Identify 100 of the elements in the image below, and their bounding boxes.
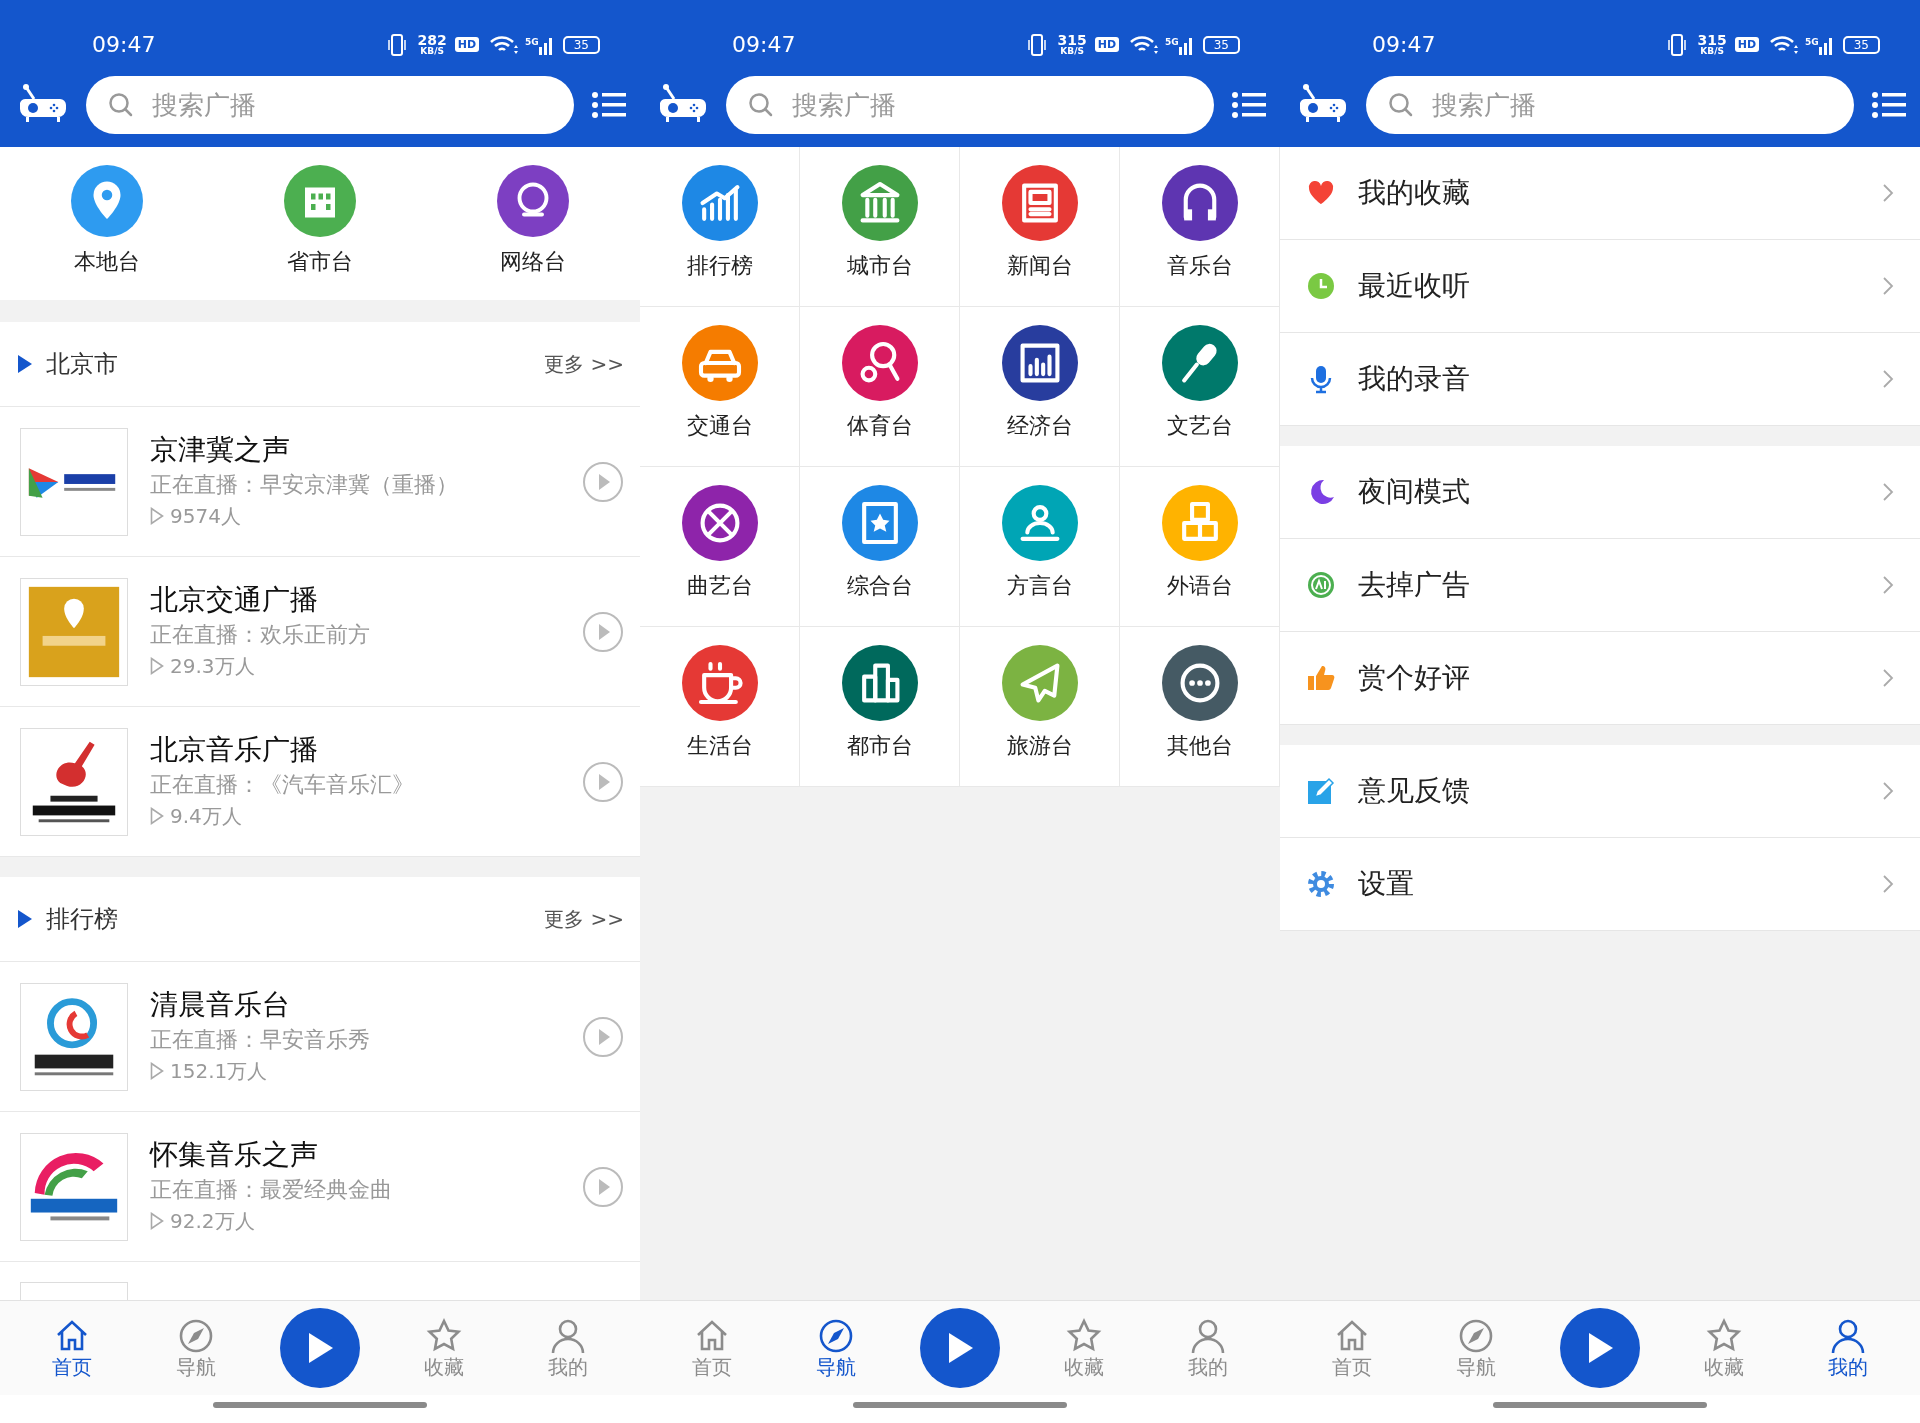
play-outline-icon <box>150 807 164 826</box>
speed-unit: KB/S <box>420 47 444 56</box>
battery-level: 35 <box>562 35 600 54</box>
status-time: 09:47 <box>732 31 796 59</box>
menu-label[interactable]: 设置 <box>1358 863 1882 905</box>
category-label[interactable]: 音乐台 <box>1166 249 1233 282</box>
more-link[interactable]: 更多 >> <box>544 349 624 379</box>
search-icon <box>108 92 134 118</box>
now-playing: 正在直播：最爱经典金曲 <box>150 1176 393 1205</box>
network-speed: 315 <box>1697 33 1727 47</box>
status-time: 09:47 <box>1372 31 1436 59</box>
category-label[interactable]: 生活台 <box>686 729 753 762</box>
now-playing: 正在直播：《汽车音乐汇》 <box>150 771 415 800</box>
section-title: 排行榜 <box>46 904 119 935</box>
play-outline-icon <box>150 1212 164 1231</box>
nav-tab[interactable]: 导航 <box>796 1317 876 1379</box>
network-speed: 282 <box>417 33 447 47</box>
category-label[interactable]: 交通台 <box>686 409 753 442</box>
chevron-icon <box>1882 276 1894 296</box>
menu-label[interactable]: 夜间模式 <box>1358 471 1882 513</box>
network-type: 5G <box>1165 36 1179 49</box>
category-label[interactable]: 城市台 <box>846 249 913 282</box>
search-field[interactable]: 搜索广播 <box>726 76 1214 134</box>
menu-icon[interactable] <box>592 91 626 119</box>
vibrate-icon <box>1027 31 1048 58</box>
battery-level: 35 <box>1202 35 1240 54</box>
category-label[interactable]: 文艺台 <box>1166 409 1233 442</box>
category-label[interactable]: 本地台 <box>73 245 140 278</box>
chevron-icon <box>1882 781 1894 801</box>
category-label[interactable]: 省市台 <box>287 245 353 278</box>
category-label[interactable]: 综合台 <box>846 569 913 602</box>
category-label[interactable]: 体育台 <box>846 409 913 442</box>
menu-label[interactable]: 去掉广告 <box>1358 564 1882 606</box>
station-name: 北京音乐广播 <box>150 731 319 768</box>
triangle-icon <box>18 355 32 373</box>
category-label[interactable]: 方言台 <box>1006 569 1073 602</box>
menu-icon[interactable] <box>1232 91 1266 119</box>
triangle-icon <box>18 910 32 928</box>
compass-icon <box>817 1317 855 1355</box>
category-label[interactable]: 都市台 <box>846 729 913 762</box>
menu-label[interactable]: 最近收听 <box>1358 265 1882 307</box>
person-icon <box>1829 1317 1867 1355</box>
search-field[interactable]: 搜索广播 <box>1366 76 1854 134</box>
speed-unit: KB/S <box>1060 47 1084 56</box>
compass-icon <box>177 1317 215 1355</box>
chevron-icon <box>1882 369 1894 389</box>
category-label[interactable]: 外语台 <box>1166 569 1233 602</box>
category-label[interactable]: 排行榜 <box>686 249 753 282</box>
listener-count: 152.1万人 <box>170 1058 268 1086</box>
vibrate-icon <box>387 31 408 58</box>
battery-level: 35 <box>1842 35 1880 54</box>
play-outline-icon <box>150 657 164 676</box>
vibrate-icon <box>1667 31 1688 58</box>
wifi-icon <box>1769 33 1800 56</box>
category-label[interactable]: 经济台 <box>1006 409 1073 442</box>
station-name: 京津冀之声 <box>150 431 291 468</box>
menu-icon[interactable] <box>1872 91 1906 119</box>
search-icon <box>748 92 774 118</box>
category-label[interactable]: 曲艺台 <box>686 569 753 602</box>
menu-label[interactable]: 赏个好评 <box>1358 657 1882 699</box>
search-field[interactable]: 搜索广播 <box>86 76 574 134</box>
nav-tab[interactable]: 我的 <box>1808 1317 1888 1379</box>
category-label[interactable]: 网络台 <box>500 245 567 278</box>
status-time: 09:47 <box>92 31 156 59</box>
speed-unit: KB/S <box>1700 47 1724 56</box>
station-name: 北京交通广播 <box>150 581 319 618</box>
listener-count: 92.2万人 <box>170 1208 255 1236</box>
menu-label[interactable]: 意见反馈 <box>1358 770 1882 812</box>
listener-count: 9.4万人 <box>170 803 242 831</box>
person-icon <box>549 1317 587 1355</box>
section-title: 北京市 <box>46 349 119 380</box>
menu-label[interactable]: 我的收藏 <box>1358 172 1882 214</box>
hd-badge: HD <box>1734 37 1760 52</box>
more-link[interactable]: 更多 >> <box>544 904 624 934</box>
chevron-icon <box>1882 668 1894 688</box>
category-label[interactable]: 旅游台 <box>1006 729 1073 762</box>
listener-count: 29.3万人 <box>170 653 255 681</box>
play-outline-icon <box>150 1062 164 1081</box>
person-icon <box>1189 1317 1227 1355</box>
compass-icon <box>1457 1317 1495 1355</box>
network-speed: 315 <box>1057 33 1087 47</box>
wifi-icon <box>489 33 520 56</box>
now-playing: 正在直播：早安音乐秀 <box>150 1026 371 1055</box>
network-type: 5G <box>1805 36 1819 49</box>
wifi-icon <box>1129 33 1160 56</box>
chevron-icon <box>1882 183 1894 203</box>
station-name: 清晨音乐台 <box>150 986 291 1023</box>
category-label[interactable]: 新闻台 <box>1006 249 1073 282</box>
search-icon <box>1388 92 1414 118</box>
now-playing: 正在直播：欢乐正前方 <box>150 621 371 650</box>
chevron-icon <box>1882 874 1894 894</box>
category-label[interactable]: 其他台 <box>1166 729 1233 762</box>
nav-tab[interactable]: 首页 <box>32 1317 112 1379</box>
listener-count: 9574人 <box>170 503 241 531</box>
chevron-icon <box>1882 482 1894 502</box>
menu-label[interactable]: 我的录音 <box>1358 358 1882 400</box>
station-name: 怀集音乐之声 <box>150 1136 319 1173</box>
hd-badge: HD <box>454 37 480 52</box>
hd-badge: HD <box>1094 37 1120 52</box>
chevron-icon <box>1882 575 1894 595</box>
